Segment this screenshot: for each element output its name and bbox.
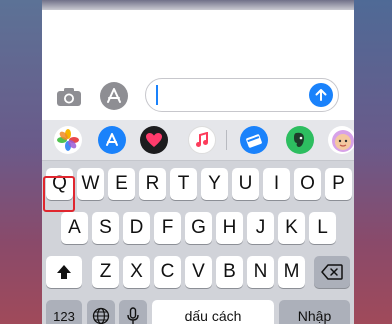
app-store-button[interactable] [100,82,128,110]
key-i[interactable]: I [263,168,290,200]
keyboard: Q W E R T Y U I O P A S D F G H J K L Z … [42,120,354,324]
arrow-up-icon [315,89,327,101]
key-h[interactable]: H [216,212,243,244]
microphone-icon [127,307,139,324]
key-v[interactable]: V [185,256,212,288]
memoji-app-icon[interactable] [328,126,354,154]
key-r[interactable]: R [139,168,166,200]
key-m[interactable]: M [278,256,305,288]
key-x[interactable]: X [123,256,150,288]
photos-app-icon[interactable] [54,126,82,154]
globe-icon [92,307,110,324]
key-e[interactable]: E [108,168,135,200]
files-app-icon[interactable] [240,126,268,154]
key-a[interactable]: A [61,212,88,244]
key-d[interactable]: D [123,212,150,244]
key-t[interactable]: T [170,168,197,200]
key-u[interactable]: U [232,168,259,200]
key-j[interactable]: J [247,212,274,244]
key-c[interactable]: C [154,256,181,288]
background-right [354,0,392,324]
app-drawer-strip [42,120,354,161]
camera-icon [57,88,81,106]
key-p[interactable]: P [325,168,352,200]
microphone-key[interactable] [119,300,147,324]
delete-key[interactable] [314,256,350,288]
app-store-icon [107,88,121,103]
evernote-app-icon[interactable] [286,126,314,154]
top-shadow [42,0,354,10]
camera-button[interactable] [56,87,82,107]
shift-icon [57,265,71,279]
digital-touch-app-icon[interactable] [140,126,168,154]
message-input-row [42,78,354,114]
key-s[interactable]: S [92,212,119,244]
shift-key[interactable] [46,256,82,288]
space-key[interactable]: dấu cách [152,300,274,324]
background-left [0,0,42,324]
key-b[interactable]: B [216,256,243,288]
music-app-icon[interactable] [188,126,216,154]
delete-icon [321,264,343,280]
key-w[interactable]: W [77,168,104,200]
globe-key[interactable] [87,300,115,324]
key-k[interactable]: K [278,212,305,244]
app-strip-divider [226,130,227,150]
app-store-app-icon[interactable] [98,126,126,154]
phone-screen: Q W E R T Y U I O P A S D F G H J K L Z … [42,10,354,324]
key-z[interactable]: Z [92,256,119,288]
key-g[interactable]: G [185,212,212,244]
key-f[interactable]: F [154,212,181,244]
numbers-key[interactable]: 123 [46,300,82,324]
message-input[interactable] [145,78,339,112]
send-button[interactable] [309,83,333,107]
globe-key-highlight [43,176,75,212]
key-o[interactable]: O [294,168,321,200]
key-y[interactable]: Y [201,168,228,200]
key-n[interactable]: N [247,256,274,288]
return-key[interactable]: Nhập [279,300,350,324]
key-l[interactable]: L [309,212,336,244]
text-caret [156,85,158,105]
